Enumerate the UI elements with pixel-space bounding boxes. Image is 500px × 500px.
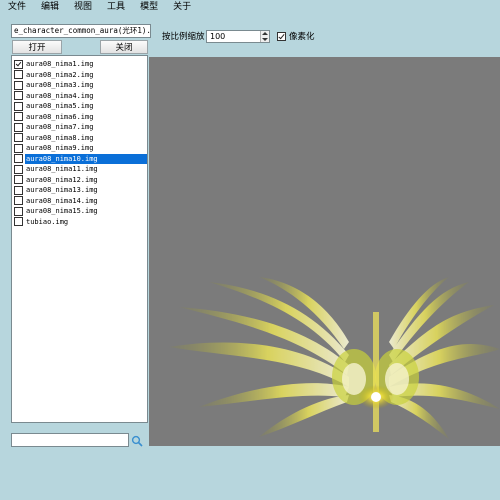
file-name: tubiao.img: [26, 217, 69, 226]
file-checkbox[interactable]: [14, 91, 23, 100]
file-list[interactable]: aura08_nima1.img aura08_nima2.img aura08…: [11, 55, 148, 423]
list-item[interactable]: aura08_nima4.img: [13, 91, 147, 101]
file-name: aura08_nima5.img: [26, 102, 94, 110]
list-item[interactable]: aura08_nima11.img: [13, 164, 147, 174]
file-checkbox[interactable]: [14, 143, 23, 153]
menu-about[interactable]: 关于: [164, 0, 197, 14]
menu-tools[interactable]: 工具: [98, 0, 131, 14]
file-name: aura08_nima15.img: [26, 207, 98, 215]
file-name: aura08_nima10.img: [25, 153, 147, 164]
file-checkbox[interactable]: [14, 196, 23, 205]
list-item[interactable]: aura08_nima13.img: [13, 185, 147, 195]
aura-wings-image: [169, 277, 500, 439]
menu-bar: 文件 编辑 视图 工具 模型 关于: [0, 0, 500, 14]
file-checkbox[interactable]: [14, 217, 23, 226]
open-button[interactable]: 打开: [12, 40, 62, 54]
menu-edit[interactable]: 编辑: [32, 0, 65, 14]
file-checkbox[interactable]: [14, 206, 23, 216]
zoom-value: 100: [210, 32, 226, 41]
file-name: aura08_nima11.img: [26, 165, 98, 173]
spin-buttons[interactable]: [260, 31, 269, 42]
file-name: aura08_nima8.img: [26, 133, 94, 142]
pixelate-label: 像素化: [289, 32, 315, 42]
list-item[interactable]: aura08_nima3.img: [13, 80, 147, 90]
image-preview[interactable]: [149, 57, 500, 446]
file-checkbox[interactable]: [14, 70, 23, 79]
file-name: aura08_nima4.img: [26, 91, 94, 100]
chevron-down-icon[interactable]: [262, 38, 268, 41]
list-item[interactable]: tubiao.img: [13, 217, 147, 227]
list-item[interactable]: aura08_nima5.img: [13, 101, 147, 111]
file-name: aura08_nima6.img: [26, 112, 94, 121]
file-checkbox[interactable]: [14, 101, 23, 111]
file-checkbox[interactable]: [14, 80, 23, 90]
file-checkbox[interactable]: [14, 112, 23, 121]
file-checkbox[interactable]: [14, 175, 23, 184]
pixelate-checkbox[interactable]: [277, 32, 286, 41]
file-checkbox[interactable]: [14, 164, 23, 174]
file-checkbox[interactable]: [14, 185, 23, 195]
menu-view[interactable]: 视图: [65, 0, 98, 14]
list-item[interactable]: aura08_nima14.img: [13, 196, 147, 206]
list-item[interactable]: aura08_nima9.img: [13, 143, 147, 153]
search-input[interactable]: [11, 433, 129, 447]
file-name: aura08_nima13.img: [26, 186, 98, 194]
list-item[interactable]: aura08_nima12.img: [13, 175, 147, 185]
file-checkbox[interactable]: [14, 59, 23, 69]
chevron-up-icon[interactable]: [262, 32, 268, 35]
list-item[interactable]: aura08_nima6.img: [13, 112, 147, 122]
menu-model[interactable]: 模型: [131, 0, 164, 14]
zoom-label: 按比例缩放: [162, 32, 205, 42]
file-checkbox[interactable]: [14, 154, 23, 163]
file-name: aura08_nima14.img: [26, 196, 98, 205]
file-name: aura08_nima7.img: [26, 123, 94, 131]
list-item[interactable]: aura08_nima1.img: [13, 59, 147, 69]
file-checkbox[interactable]: [14, 133, 23, 142]
file-name: aura08_nima1.img: [26, 60, 94, 68]
file-name: aura08_nima12.img: [26, 175, 98, 184]
list-item[interactable]: aura08_nima2.img: [13, 70, 147, 80]
file-name: aura08_nima9.img: [26, 144, 94, 152]
close-button[interactable]: 关闭: [100, 40, 148, 54]
menu-file[interactable]: 文件: [0, 0, 32, 14]
search-icon[interactable]: [131, 435, 143, 447]
file-path-field[interactable]: e_character_common_aura(光环1).NPK: [11, 24, 151, 38]
file-name: aura08_nima2.img: [26, 70, 94, 79]
list-item[interactable]: aura08_nima7.img: [13, 122, 147, 132]
list-item[interactable]: aura08_nima10.img: [13, 153, 147, 164]
file-name: aura08_nima3.img: [26, 81, 94, 89]
zoom-stepper[interactable]: 100: [206, 30, 270, 43]
list-item[interactable]: aura08_nima15.img: [13, 206, 147, 216]
list-item[interactable]: aura08_nima8.img: [13, 133, 147, 143]
file-checkbox[interactable]: [14, 122, 23, 132]
